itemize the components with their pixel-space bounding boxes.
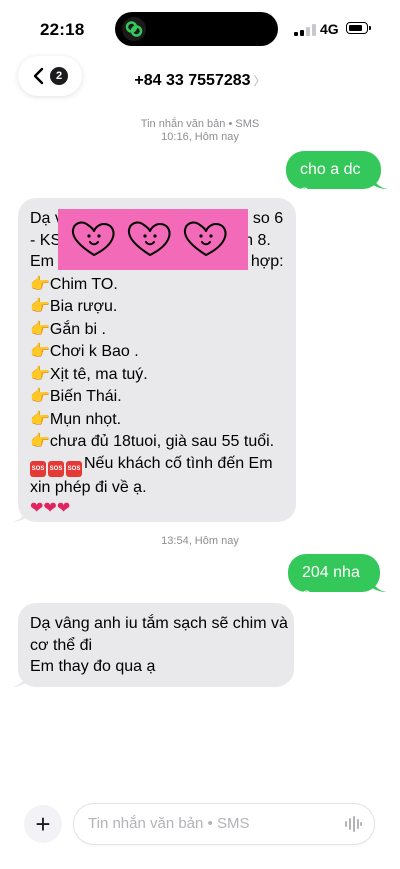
list-item: Xịt tê, ma tuý. (49, 365, 148, 383)
timestamp-1-text: 10:16, Hôm nay (161, 131, 239, 143)
message-line-end: n 8. (244, 231, 271, 249)
message-line: Dạ vâng anh iu tắm sạch sẽ chim và (30, 615, 288, 632)
message-input[interactable]: Tin nhắn văn bản • SMS (74, 804, 374, 844)
pointing-hand-icon: 👉 (30, 273, 50, 293)
timestamp-2: 13:54, Hôm nay (0, 535, 400, 548)
battery-icon (346, 22, 371, 34)
signal-icon (294, 24, 316, 36)
sos-icon: SOS (48, 460, 64, 477)
message-line-end: so 6 (252, 210, 284, 227)
pointing-hand-icon: 👉 (30, 408, 50, 428)
sos-icon: SOS (66, 460, 82, 477)
message-line: Em thay đo qua ạ (30, 658, 156, 675)
sms-label: Tin nhắn văn bản • SMS (0, 118, 400, 131)
status-bar: 22:18 4G (0, 0, 400, 58)
timestamp-2-text: 13:54, Hôm nay (161, 535, 239, 547)
list-item: Gắn bi . (49, 320, 106, 338)
list-item: Mụn nhọt. (49, 410, 122, 428)
chevron-right-icon: 〉 (253, 74, 266, 88)
incoming-message[interactable]: Dạ vâng anh iu tắm sạch sẽ chim và cơ th… (18, 603, 294, 687)
heart-faces-icon (71, 221, 227, 256)
dynamic-island (115, 12, 278, 46)
message-line: - KS (30, 231, 62, 249)
input-placeholder: Tin nhắn văn bản • SMS (88, 815, 250, 832)
outgoing-message[interactable]: 204 nha e (288, 554, 380, 603)
list-item: Chim TO. (49, 275, 118, 293)
message-line-end: hợp: (250, 253, 284, 270)
plus-icon: + (35, 809, 51, 839)
list-item: Biến Thái. (49, 388, 122, 405)
timestamp-1: 10:16, Hôm nay (0, 131, 400, 144)
message-line: xin phép đi về ạ. (30, 478, 147, 496)
sos-icon: SOS (30, 460, 46, 477)
bubble-tail (372, 175, 388, 189)
outgoing-message[interactable]: cho a dc e (286, 151, 381, 200)
list-item: Bia rượu. (49, 298, 118, 315)
status-time: 22:18 (40, 20, 85, 39)
sms-label-text: Tin nhắn văn bản • SMS (140, 118, 260, 130)
message-text: 204 nha e (302, 564, 360, 603)
contact-name[interactable]: +84 33 7557283 〉 (0, 72, 400, 90)
heart-icon: ❤❤❤ (30, 500, 71, 517)
contact-number[interactable]: +84 33 7557283 (134, 72, 250, 89)
heart-sticker (58, 209, 248, 270)
pointing-hand-icon: 👉 (30, 318, 50, 338)
message-line: cơ thể đi (30, 636, 93, 654)
pointing-hand-icon: 👉 (30, 341, 50, 360)
network-label: 4G (320, 21, 339, 37)
link-icon (122, 17, 146, 41)
pointing-hand-icon: 👉 (30, 296, 50, 315)
bubble-tail (11, 508, 27, 522)
message-text: cho a dc e (300, 161, 361, 200)
pointing-hand-icon: 👉 (30, 386, 50, 405)
bubble-tail (11, 673, 27, 687)
bubble-tail (371, 578, 387, 592)
add-attachment-button[interactable]: + (24, 805, 62, 843)
list-item: Chơi k Bao . (49, 343, 139, 360)
pointing-hand-icon: 👉 (30, 431, 50, 450)
waveform-icon[interactable] (344, 816, 362, 832)
message-line: Nếu khách cố tình đến Em (84, 454, 273, 472)
pointing-hand-icon: 👉 (30, 363, 50, 383)
list-item: chưa đủ 18tuoi, già sau 55 tuổi. (49, 433, 275, 450)
